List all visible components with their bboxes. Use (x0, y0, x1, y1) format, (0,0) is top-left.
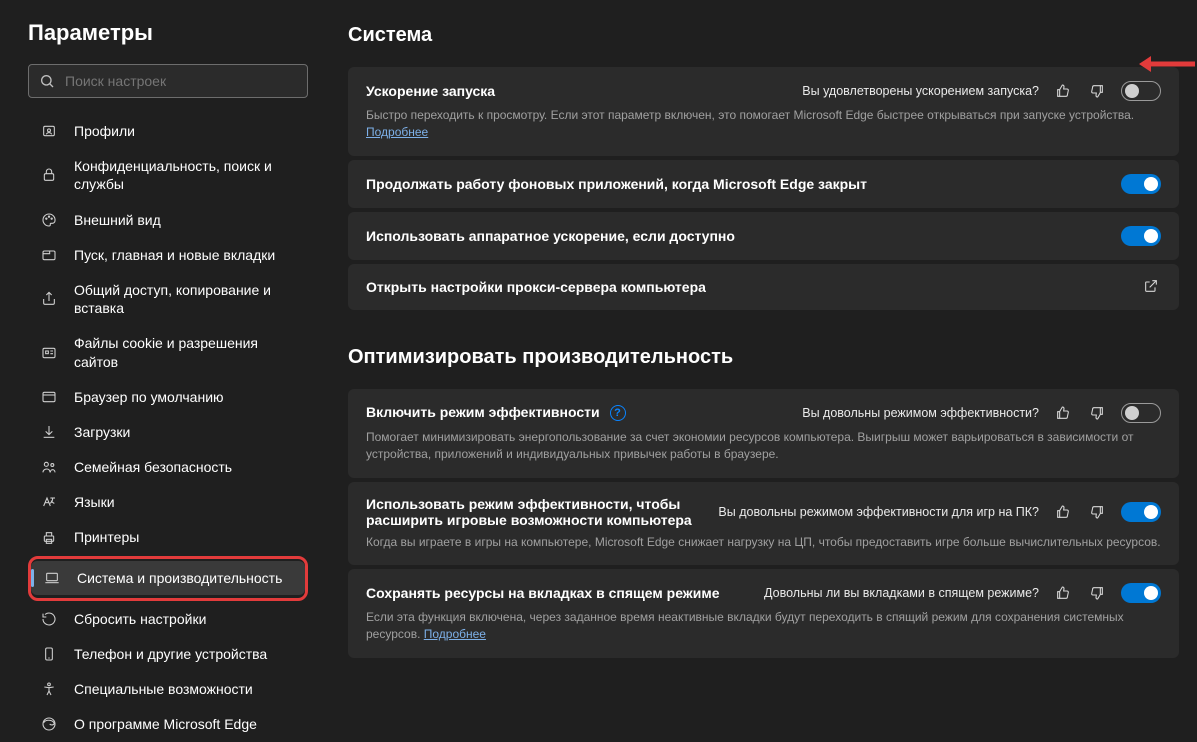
feedback-question: Вы довольны режимом эффективности для иг… (718, 505, 1039, 519)
sidebar-item-label: Пуск, главная и новые вкладки (74, 246, 275, 264)
sidebar-item-appearance[interactable]: Внешний вид (28, 203, 308, 237)
sidebar-item-label: Языки (74, 493, 115, 511)
sidebar-item-phone[interactable]: Телефон и другие устройства (28, 637, 308, 671)
card-gaming-efficiency: Использовать режим эффективности, чтобы … (348, 482, 1179, 565)
sidebar-item-label: Общий доступ, копирование и вставка (74, 281, 296, 317)
search-input[interactable] (65, 73, 297, 89)
sidebar-item-label: Загрузки (74, 423, 130, 441)
sidebar-item-label: Профили (74, 122, 135, 140)
section-title-optimize: Оптимизировать производительность (348, 346, 1179, 369)
thumbs-down-icon[interactable] (1087, 583, 1107, 603)
card-proxy-settings[interactable]: Открыть настройки прокси-сервера компьют… (348, 264, 1179, 310)
card-hardware-accel: Использовать аппаратное ускорение, если … (348, 212, 1179, 260)
info-icon[interactable]: ? (610, 405, 626, 421)
sidebar-item-label: Сбросить настройки (74, 610, 206, 628)
sidebar-item-label: О программе Microsoft Edge (74, 715, 257, 733)
laptop-icon (43, 570, 61, 586)
toggle-efficiency[interactable] (1121, 403, 1161, 423)
card-title: Ускорение запуска (366, 83, 495, 99)
sidebar-item-share[interactable]: Общий доступ, копирование и вставка (28, 273, 308, 325)
shield-icon (40, 345, 58, 361)
sidebar-item-accessibility[interactable]: Специальные возможности (28, 672, 308, 706)
sidebar-item-label: Браузер по умолчанию (74, 388, 224, 406)
search-box[interactable] (28, 64, 308, 98)
card-title: Сохранять ресурсы на вкладках в спящем р… (366, 585, 720, 601)
toggle-gaming-efficiency[interactable] (1121, 502, 1161, 522)
reset-icon (40, 611, 58, 627)
sidebar-item-about[interactable]: О программе Microsoft Edge (28, 707, 308, 741)
sidebar-item-label: Принтеры (74, 528, 139, 546)
edge-icon (40, 716, 58, 732)
sidebar-item-label: Система и производительность (77, 569, 282, 587)
toggle-hardware-accel[interactable] (1121, 226, 1161, 246)
sidebar-item-label: Внешний вид (74, 211, 161, 229)
thumbs-down-icon[interactable] (1087, 403, 1107, 423)
sidebar-item-printers[interactable]: Принтеры (28, 520, 308, 554)
sidebar-item-cookies[interactable]: Файлы cookie и разрешения сайтов (28, 326, 308, 378)
feedback-question: Довольны ли вы вкладками в спящем режиме… (764, 586, 1039, 600)
card-title: Продолжать работу фоновых приложений, ко… (366, 176, 867, 192)
section-title-system: Система (348, 24, 1179, 47)
thumbs-up-icon[interactable] (1053, 81, 1073, 101)
sidebar-item-label: Телефон и другие устройства (74, 645, 267, 663)
download-icon (40, 424, 58, 440)
card-startup-boost: Ускорение запуска Вы удовлетворены ускор… (348, 67, 1179, 156)
sidebar-item-languages[interactable]: Языки (28, 485, 308, 519)
share-icon (40, 291, 58, 307)
card-desc: Если эта функция включена, через заданно… (366, 609, 1161, 644)
sidebar-item-label: Файлы cookie и разрешения сайтов (74, 334, 296, 370)
lock-icon (40, 167, 58, 183)
learn-more-link[interactable]: Подробнее (424, 627, 486, 641)
family-icon (40, 459, 58, 475)
card-desc: Помогает минимизировать энергопользовани… (366, 429, 1161, 464)
thumbs-up-icon[interactable] (1053, 502, 1073, 522)
toggle-sleeping-tabs[interactable] (1121, 583, 1161, 603)
sidebar-item-system[interactable]: Система и производительность (31, 561, 305, 595)
feedback-question: Вы довольны режимом эффективности? (802, 406, 1039, 420)
accessibility-icon (40, 681, 58, 697)
sidebar-item-label: Специальные возможности (74, 680, 253, 698)
card-title: Использовать режим эффективности, чтобы … (366, 496, 706, 528)
browser-icon (40, 389, 58, 405)
sidebar-item-label: Семейная безопасность (74, 458, 232, 476)
highlight-annotation: Система и производительность (28, 556, 308, 601)
card-title: Включить режим эффективности ? (366, 404, 626, 421)
thumbs-up-icon[interactable] (1053, 403, 1073, 423)
card-title: Использовать аппаратное ускорение, если … (366, 228, 735, 244)
card-background-apps: Продолжать работу фоновых приложений, ко… (348, 160, 1179, 208)
toggle-startup-boost[interactable] (1121, 81, 1161, 101)
card-sleeping-tabs: Сохранять ресурсы на вкладках в спящем р… (348, 569, 1179, 658)
sidebar-item-family[interactable]: Семейная безопасность (28, 450, 308, 484)
sidebar-item-reset[interactable]: Сбросить настройки (28, 602, 308, 636)
tab-icon (40, 247, 58, 263)
sidebar-item-profiles[interactable]: Профили (28, 114, 308, 148)
feedback-question: Вы удовлетворены ускорением запуска? (802, 84, 1039, 98)
sidebar-item-downloads[interactable]: Загрузки (28, 415, 308, 449)
language-icon (40, 494, 58, 510)
card-title: Открыть настройки прокси-сервера компьют… (366, 279, 706, 295)
printer-icon (40, 530, 58, 546)
sidebar-item-privacy[interactable]: Конфиденциальность, поиск и службы (28, 149, 308, 201)
card-desc: Когда вы играете в игры на компьютере, M… (366, 534, 1161, 551)
thumbs-up-icon[interactable] (1053, 583, 1073, 603)
sidebar-item-label: Конфиденциальность, поиск и службы (74, 157, 296, 193)
profile-icon (40, 123, 58, 139)
palette-icon (40, 212, 58, 228)
learn-more-link[interactable]: Подробнее (366, 125, 428, 139)
sidebar-item-start-home[interactable]: Пуск, главная и новые вкладки (28, 238, 308, 272)
phone-icon (40, 646, 58, 662)
toggle-background-apps[interactable] (1121, 174, 1161, 194)
search-icon (39, 73, 55, 89)
card-desc: Быстро переходить к просмотру. Если этот… (366, 107, 1161, 142)
thumbs-down-icon[interactable] (1087, 502, 1107, 522)
thumbs-down-icon[interactable] (1087, 81, 1107, 101)
card-efficiency-mode: Включить режим эффективности ? Вы доволь… (348, 389, 1179, 478)
settings-title: Параметры (28, 20, 308, 46)
external-link-icon (1143, 278, 1161, 296)
sidebar-item-default-browser[interactable]: Браузер по умолчанию (28, 380, 308, 414)
